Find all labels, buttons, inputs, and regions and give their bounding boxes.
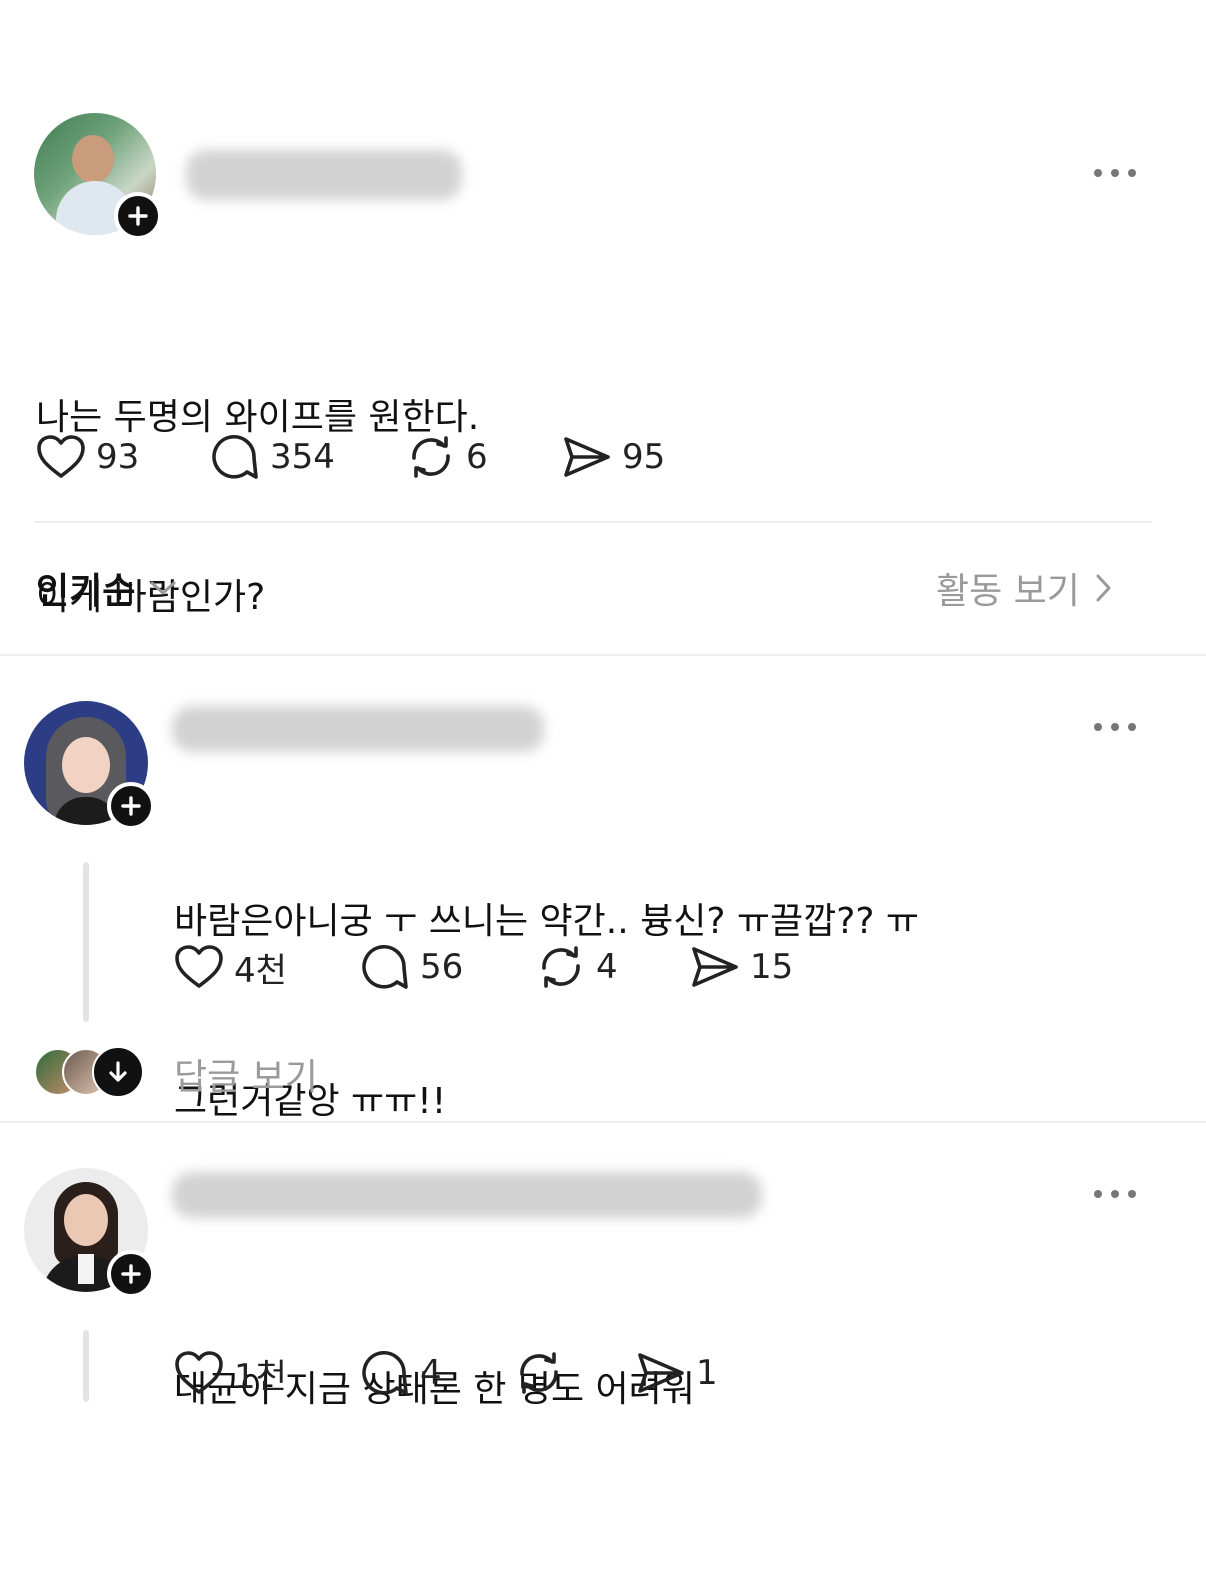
reply-author-redacted <box>172 1172 762 1218</box>
repost-icon <box>542 946 580 988</box>
heart-icon <box>175 1351 223 1394</box>
more-options-icon[interactable] <box>1094 169 1136 177</box>
reply-author-redacted <box>172 706 544 752</box>
comment-icon <box>362 944 408 989</box>
follow-button[interactable] <box>107 1250 155 1298</box>
repost-icon <box>520 1352 558 1394</box>
plus-icon <box>121 1264 141 1284</box>
comment-count: 4 <box>420 1353 442 1393</box>
like-count: 4천 <box>234 950 287 991</box>
like-button[interactable]: 4천 <box>174 943 360 992</box>
expand-replies-icon <box>92 1046 144 1098</box>
share-button[interactable]: 15 <box>690 944 793 990</box>
repost-button[interactable] <box>514 1350 636 1396</box>
more-options-icon[interactable] <box>1094 1190 1136 1198</box>
view-replies-label: 답글 보기 <box>174 1057 318 1098</box>
repost-count: 4 <box>596 947 618 987</box>
comment-count: 354 <box>270 437 335 477</box>
share-count: 95 <box>622 437 666 477</box>
repost-button[interactable]: 4 <box>536 944 690 990</box>
thread-line <box>83 1330 89 1402</box>
plus-icon <box>121 796 141 816</box>
reply-actions: 1천 4 1 <box>174 1346 718 1400</box>
send-icon <box>638 1353 684 1393</box>
view-activity-link[interactable]: 활동 보기 <box>936 562 1112 614</box>
heart-icon <box>37 435 85 478</box>
repost-icon <box>412 436 450 478</box>
reply-actions: 4천 56 4 15 <box>174 940 793 994</box>
repost-button[interactable]: 6 <box>406 434 562 480</box>
activity-label: 활동 보기 <box>936 571 1080 612</box>
send-icon <box>692 947 738 987</box>
post-actions: 93 354 6 95 <box>36 430 665 484</box>
like-count: 93 <box>96 437 140 477</box>
post-divider <box>34 521 1152 523</box>
like-button[interactable]: 93 <box>36 434 210 480</box>
comment-button[interactable]: 354 <box>210 432 406 482</box>
heart-icon <box>175 945 223 988</box>
share-button[interactable]: 95 <box>562 434 665 480</box>
share-button[interactable]: 1 <box>636 1350 718 1396</box>
arrow-down-icon <box>109 1061 127 1082</box>
like-button[interactable]: 1천 <box>174 1349 360 1398</box>
like-count: 1천 <box>234 1356 287 1397</box>
comment-button[interactable]: 56 <box>360 942 536 992</box>
plus-icon <box>128 206 148 226</box>
comment-count: 56 <box>420 947 464 987</box>
sort-dropdown[interactable]: 인기순 <box>36 562 177 614</box>
comment-icon <box>362 1350 408 1395</box>
share-count: 15 <box>750 947 794 987</box>
section-divider <box>0 654 1206 656</box>
chevron-right-icon <box>1096 574 1111 602</box>
comment-icon <box>212 434 258 479</box>
follow-button[interactable] <box>114 192 162 240</box>
sort-label: 인기순 <box>36 571 136 612</box>
view-replies-row[interactable]: 답글 보기 <box>34 1046 354 1098</box>
follow-button[interactable] <box>107 782 155 830</box>
send-icon <box>564 437 610 477</box>
more-options-icon[interactable] <box>1094 723 1136 731</box>
chevron-down-icon <box>150 581 176 595</box>
thread-line <box>83 862 89 1022</box>
section-divider <box>0 1121 1206 1123</box>
share-count: 1 <box>696 1353 718 1393</box>
author-name-redacted <box>186 150 462 200</box>
repost-count: 6 <box>466 437 488 477</box>
comment-button[interactable]: 4 <box>360 1348 514 1398</box>
